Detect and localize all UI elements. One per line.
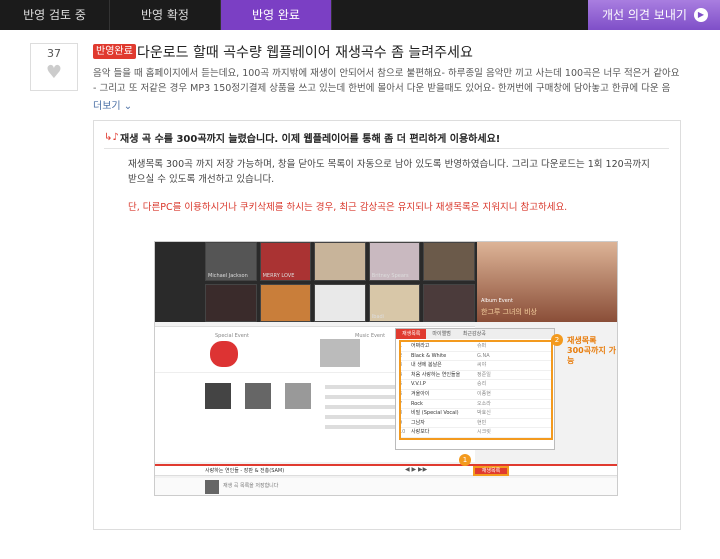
send-feedback-label: 개선 의견 보내기 (602, 8, 687, 22)
mini-album-art (205, 480, 219, 494)
reply-header: ↳♪ 재생 곡 수를 300곡까지 늘렸습니다. 이제 웹플레이어를 통해 좀 … (104, 127, 669, 149)
playlist-count-button[interactable]: 재생목록 (473, 466, 509, 476)
album-tile: Michael Jackson (205, 242, 257, 281)
album-tile: Ibadi (368, 283, 421, 322)
playlist-tab[interactable]: 마이앨범 (426, 329, 456, 339)
album-title: MERRY LOVE (262, 272, 295, 279)
bottom-band: 재생 곡 목록을 저장합니다 (155, 478, 617, 495)
playlist-callout: 재생목록 300곡까지 가능 (567, 336, 617, 366)
content-tile (205, 383, 231, 409)
more-link[interactable]: 더보기 ⌄ (93, 97, 132, 112)
album-tile: Britney Spears (368, 242, 421, 281)
official-reply: ↳♪ 재생 곡 수를 300곡까지 늘렸습니다. 이제 웹플레이어를 통해 좀 … (93, 120, 681, 530)
album-tile (423, 242, 475, 281)
like-count: 37 (47, 47, 61, 60)
reply-title: 재생 곡 수를 300곡까지 늘렸습니다. 이제 웹플레이어를 통해 좀 더 편… (120, 134, 501, 145)
chevron-down-icon: ⌄ (123, 101, 133, 112)
bottom-text: 재생 곡 목록을 저장합니다 (223, 483, 279, 489)
tab-completed[interactable]: 반영 완료 (221, 0, 332, 30)
status-badge: 반영완료 (93, 44, 136, 59)
album-title: Ibadi (371, 314, 385, 320)
post-body-line: 음악 들을 때 홈페이지에서 듣는데요, 100곡 까지밖에 재생이 안되어서 … (93, 68, 680, 79)
arrow-right-icon: ▶ (694, 8, 708, 22)
playlist-tab[interactable]: 최근감상곡 (457, 329, 492, 339)
album-tile (205, 283, 257, 322)
embedded-screenshot: Michael Jackson MERRY LOVE Britney Spear… (154, 241, 618, 496)
playlist-tabs: 재생목록 마이앨범 최근감상곡 (396, 329, 554, 339)
content-tile (285, 383, 311, 409)
album-event-title: 한그루 그녀의 비상 (481, 308, 537, 316)
album-grid: Michael Jackson MERRY LOVE Britney Spear… (205, 242, 475, 322)
callout-badge-1: 1 (459, 454, 471, 466)
more-label: 더보기 (93, 101, 121, 112)
album-tile (423, 283, 475, 322)
post-title: 다운로드 할때 곡수량 웹플레이어 재생곡수 좀 늘려주세요 (137, 45, 473, 61)
album-event-banner: Album Event 한그루 그녀의 비상 (477, 242, 617, 322)
album-event-label: Album Event (481, 298, 513, 304)
tab-confirmed[interactable]: 반영 확정 (110, 0, 221, 30)
now-playing: 사랑하는 연인들 - 장판 & 전총(SAM) (205, 468, 285, 474)
callout-line: 300곡까지 가능 (567, 346, 616, 365)
tab-under-review[interactable]: 반영 검토 중 (0, 0, 110, 30)
content-tile (245, 383, 271, 409)
callout-badge-2: 2 (551, 334, 563, 346)
like-button[interactable]: 37 ♥ (30, 43, 78, 91)
player-controls-icon[interactable]: ◀ ▶ ▶▶ (405, 466, 427, 473)
reply-text: 재생목록 300곡 까지 저장 가능하며, 창을 닫아도 목록이 자동으로 남아… (128, 159, 650, 185)
post-body-line: - 그리고 또 저같은 경우 MP3 150정기결제 상품을 쓰고 있는데 한번… (93, 83, 671, 94)
album-title: Britney Spears (371, 272, 409, 279)
album-tile (259, 283, 312, 322)
special-event-label: Special Event (215, 333, 249, 339)
player-bar: 사랑하는 연인들 - 장판 & 전총(SAM) ◀ ▶ ▶▶ 재생목록 (155, 464, 617, 476)
heart-icon: ♥ (45, 62, 63, 83)
reply-arrow-icon: ↳♪ (104, 132, 119, 143)
send-feedback-button[interactable]: 개선 의견 보내기 ▶ (588, 0, 720, 30)
event-image (320, 339, 360, 367)
playlist-highlight (399, 340, 553, 440)
top-nav: 반영 검토 중 반영 확정 반영 완료 개선 의견 보내기 ▶ (0, 0, 720, 30)
album-title: Michael Jackson (208, 272, 248, 279)
album-band: Michael Jackson MERRY LOVE Britney Spear… (155, 242, 617, 322)
playlist-tab[interactable]: 재생목록 (396, 329, 427, 339)
event-image (210, 341, 238, 367)
reply-warning: 단, 다른PC를 이용하시거나 쿠키삭제를 하시는 경우, 최근 감상곡은 유지… (128, 202, 568, 213)
callout-line: 재생목록 (567, 336, 597, 345)
album-tile (314, 283, 366, 322)
album-tile (314, 242, 366, 281)
album-tile: MERRY LOVE (259, 242, 312, 281)
post-body: 음악 들을 때 홈페이지에서 듣는데요, 100곡 까지밖에 재생이 안되어서 … (93, 66, 688, 96)
